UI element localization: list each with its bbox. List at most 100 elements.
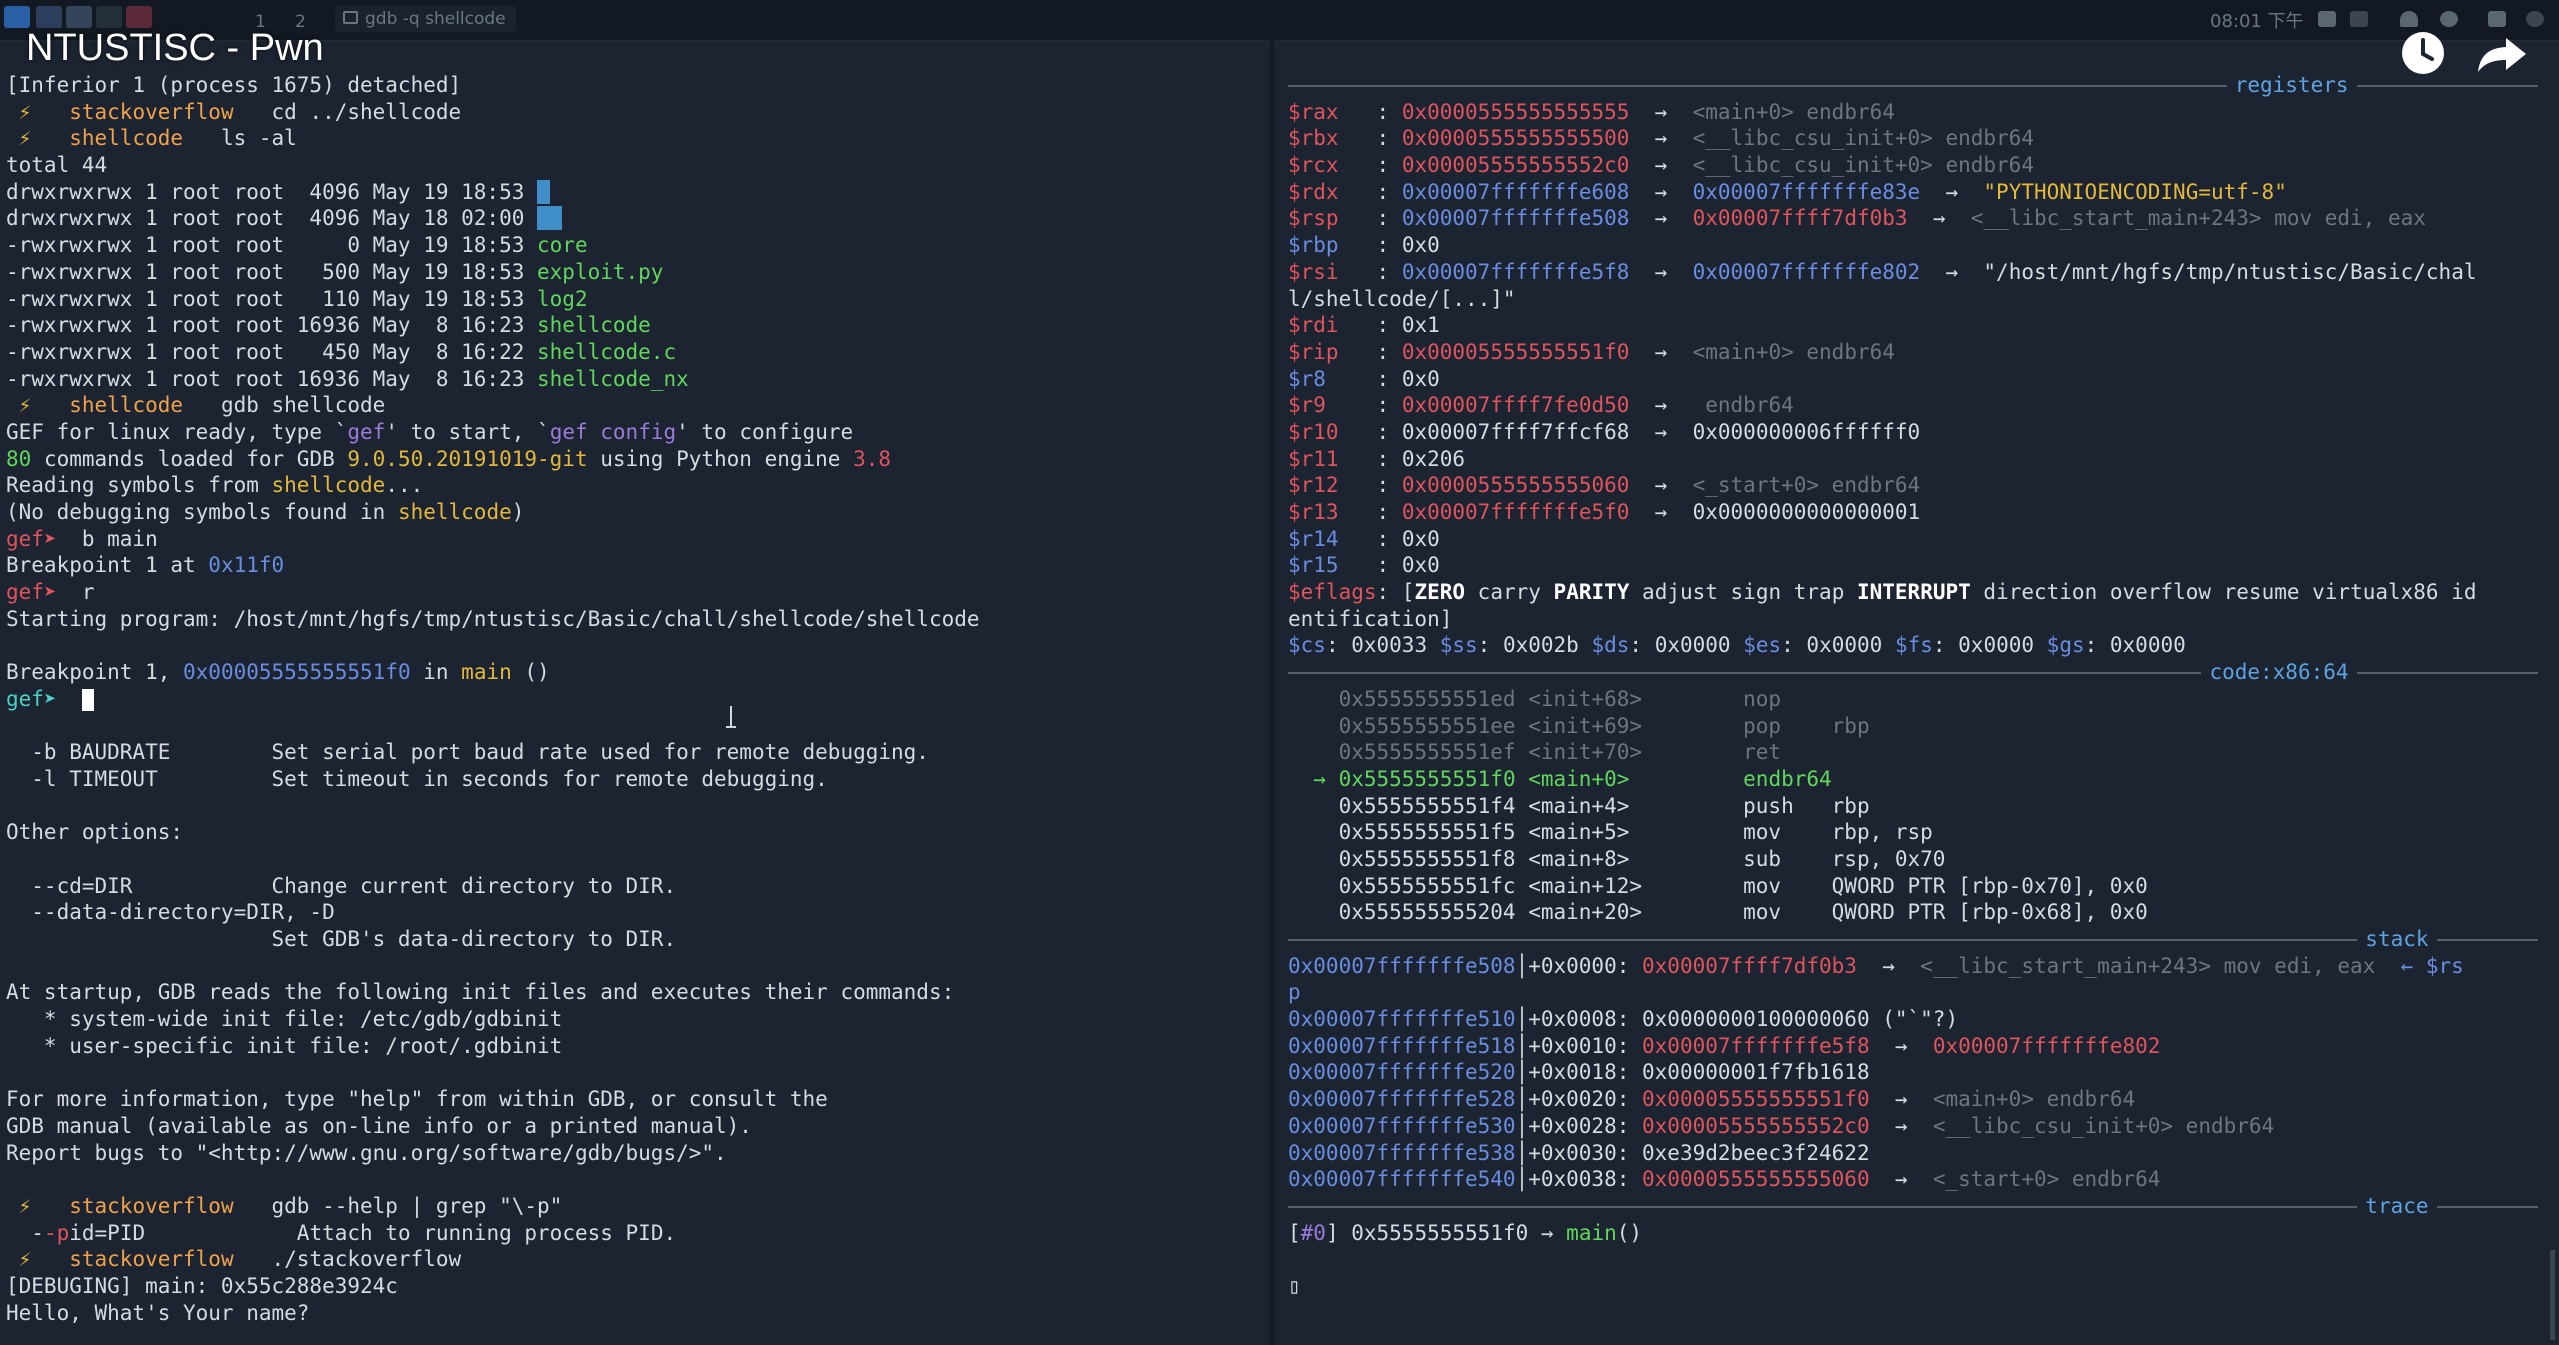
terminal-text: r xyxy=(69,580,95,605)
terminal-text: <_start+0> endbr64 xyxy=(1932,1167,2161,1192)
terminal-line: -rwxrwxrwx 1 root root 110 May 19 18:53 … xyxy=(6,286,980,313)
terminal-text: <__libc_start_main+243> mov edi, eax xyxy=(1970,206,2426,231)
terminal-line: gef➤ xyxy=(6,686,980,713)
terminal-line: 0x5555555551ed <init+68> nop xyxy=(1288,686,2477,713)
terminal-text: "PYTHONIOENCODING=utf-8" xyxy=(1983,179,2287,204)
mouse-ibeam-cursor xyxy=(726,704,736,730)
terminal-text: [ xyxy=(1288,1220,1301,1245)
terminal-text: $r10 xyxy=(1288,419,1377,444)
terminal-line: 0x00007fffffffe528│+0x0020: 0x0000555555… xyxy=(1288,1086,2477,1113)
terminal-line: Breakpoint 1, 0x00005555555551f0 in main… xyxy=(6,659,980,686)
folder-launcher-icon[interactable] xyxy=(66,6,92,28)
terminal-text: $r15 xyxy=(1288,553,1377,578)
terminal-text: → xyxy=(1907,206,1971,231)
browser-launcher-icon[interactable] xyxy=(126,6,152,28)
terminal-text: <main+0> endbr64 xyxy=(1932,1087,2136,1112)
terminal-line: $r8 : 0x0 xyxy=(1288,366,2477,393)
terminal-line: (No debugging symbols found in shellcode… xyxy=(6,499,980,526)
terminal-text: 0x1 xyxy=(1401,313,1440,338)
terminal-text: $r8 xyxy=(1288,366,1377,391)
terminal-text: 0x5555555551ef <init+70> ret xyxy=(1288,740,1782,765)
terminal-text: Set GDB's data-directory to DIR. xyxy=(6,927,677,951)
terminal-text: . xyxy=(537,179,550,204)
terminal-text: ZERO xyxy=(1414,580,1466,605)
terminal-text: : xyxy=(1376,553,1402,578)
left-terminal-pane[interactable]: [Inferior 1 (process 1675) detached] ⚡ s… xyxy=(6,72,980,1326)
terminal-text: 0x00005555555551f0 xyxy=(183,660,411,685)
volume-tray-icon[interactable] xyxy=(2350,11,2368,27)
terminal-line: $r13 : 0x00007fffffffe5f0 → 0x0000000000… xyxy=(1288,499,2477,526)
clock: 08:01 下午 xyxy=(2210,11,2304,32)
terminal-text: 0x00007fffffffe802 xyxy=(1692,259,1921,284)
shell-launcher-icon[interactable] xyxy=(96,6,122,28)
terminal-text: → xyxy=(1629,339,1693,364)
terminal-line: $r15 : 0x0 xyxy=(1288,552,2477,579)
terminal-text: 0x0000555555555555 xyxy=(1401,99,1630,124)
terminal-line: Set GDB's data-directory to DIR. xyxy=(6,926,980,953)
pane-divider[interactable] xyxy=(1270,40,1274,1345)
terminal-line: $rbp : 0x0 xyxy=(1288,232,2477,259)
terminal-text: $rip xyxy=(1288,339,1377,364)
terminal-text: │+0x0038: xyxy=(1515,1167,1643,1192)
terminal-text: │+0x0000: xyxy=(1515,953,1643,978)
settings-tray-icon[interactable] xyxy=(2440,11,2458,27)
gef-section-separator: code:x86:64 xyxy=(1288,659,2538,686)
terminal-line: total 44 xyxy=(6,152,980,179)
terminal-text: $rdi xyxy=(1288,313,1377,338)
terminal-text: -p xyxy=(43,1220,70,1245)
terminal-text: │+0x0010: xyxy=(1515,1033,1643,1058)
terminal-line: gef➤ r xyxy=(6,579,980,606)
terminal-text: → xyxy=(1629,419,1693,444)
video-title: NTUSTISC - Pwn xyxy=(26,27,324,69)
watch-later-icon[interactable] xyxy=(2400,30,2446,76)
terminal-text: <__libc_csu_init+0> endbr64 xyxy=(1932,1113,2275,1138)
terminal-text: ⚡ xyxy=(6,1247,44,1272)
terminal-line: 0x555555555204 <main+20> mov QWORD PTR [… xyxy=(1288,899,2477,926)
terminal-text: commands loaded for GDB xyxy=(31,446,348,471)
terminal-line: $r14 : 0x0 xyxy=(1288,526,2477,553)
terminal-scrollbar[interactable] xyxy=(2550,1250,2555,1340)
terminal-text: 0x00007fffffffe5f0 xyxy=(1401,500,1630,524)
app-menu-icon[interactable] xyxy=(4,6,30,28)
terminal-text: ' to start, ` xyxy=(385,419,550,444)
terminal-text: () xyxy=(511,660,550,685)
terminal-text: 0x000000006ffffff0 xyxy=(1692,419,1921,444)
power-tray-icon[interactable] xyxy=(2526,11,2544,27)
terminal-text: .. xyxy=(537,206,563,231)
terminal-text: 0x0 xyxy=(1401,233,1440,258)
terminal-text: $gs xyxy=(2046,633,2085,658)
taskbar-window-gdb[interactable]: gdb -q shellcode xyxy=(335,6,516,32)
terminal-line: -rwxrwxrwx 1 root root 450 May 8 16:22 s… xyxy=(6,339,980,366)
display-tray-icon[interactable] xyxy=(2318,11,2336,27)
notification-tray-icon[interactable] xyxy=(2400,11,2418,27)
terminal-text: 0x00007fffffffe538 xyxy=(1288,1140,1516,1165)
right-terminal-pane[interactable]: registers $rax : 0x0000555555555555 → <ma… xyxy=(1288,72,2538,1300)
terminal-text: ⚡ xyxy=(6,393,44,418)
terminal-line: 0x00007fffffffe538│+0x0030: 0xe39d2beec3… xyxy=(1288,1140,2477,1167)
terminal-text: → xyxy=(1629,206,1693,231)
terminal-text: l/shellcode/[...]" xyxy=(1288,286,1516,311)
terminal-text: At startup, GDB reads the following init… xyxy=(6,980,955,1005)
terminal-text: ls -al xyxy=(195,126,297,151)
terminal-launcher-icon[interactable] xyxy=(36,6,62,28)
terminal-text: $ds xyxy=(1591,633,1630,658)
share-icon[interactable] xyxy=(2476,34,2528,74)
terminal-text: → xyxy=(1629,126,1693,151)
terminal-text: $rdx xyxy=(1288,179,1377,204)
terminal-line: ⚡ stackoverflow ./stackoverflow xyxy=(6,1246,980,1273)
terminal-line: ▯ xyxy=(1288,1273,2477,1300)
terminal-text: GDB manual (available as on-line info or… xyxy=(6,1113,752,1138)
terminal-text: 0x00007fffffffe508 xyxy=(1288,953,1516,978)
lock-tray-icon[interactable] xyxy=(2488,11,2506,27)
terminal-text: 0x0000000100000060 ("`"?) xyxy=(1642,1007,1959,1032)
terminal-text: * system-wide init file: /etc/gdb/gdbini… xyxy=(6,1007,563,1032)
terminal-text: 0x00007fffffffe5f8 xyxy=(1401,259,1630,284)
terminal-line: GDB manual (available as on-line info or… xyxy=(6,1113,980,1140)
terminal-text: total 44 xyxy=(6,153,108,178)
terminal-text: Breakpoint 1 at xyxy=(6,553,209,578)
terminal-text: <_start+0> endbr64 xyxy=(1692,473,1921,498)
terminal-line: $r10 : 0x00007ffff7ffcf68 → 0x000000006f… xyxy=(1288,419,2477,446)
